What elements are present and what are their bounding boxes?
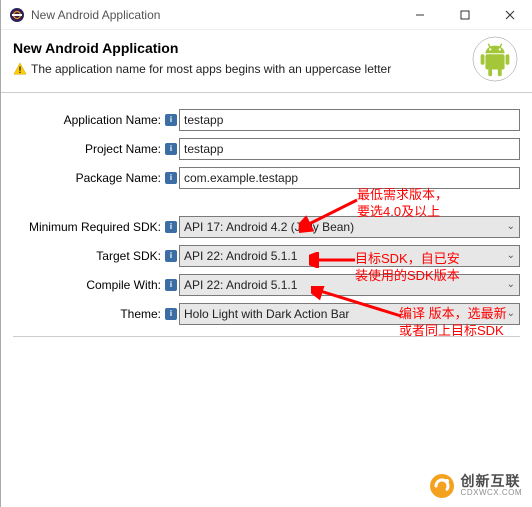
window-title: New Android Application xyxy=(31,8,397,22)
target-sdk-select[interactable]: API 22: Android 5.1.1 ⌄ xyxy=(179,245,520,267)
help-icon[interactable]: i xyxy=(165,114,177,126)
help-icon[interactable]: i xyxy=(165,250,177,262)
target-sdk-value: API 22: Android 5.1.1 xyxy=(184,249,297,263)
form-area: Application Name: i Project Name: i Pack… xyxy=(1,107,532,326)
close-icon xyxy=(505,10,515,20)
help-icon[interactable]: i xyxy=(165,143,177,155)
row-theme: Theme: i Holo Light with Dark Action Bar… xyxy=(13,301,520,326)
separator xyxy=(13,336,520,337)
watermark-en: CDXWCX.COM xyxy=(461,489,522,497)
label-compile-with: Compile With: xyxy=(13,278,163,292)
row-project-name: Project Name: i xyxy=(13,136,520,161)
page-title: New Android Application xyxy=(13,40,520,56)
application-name-input[interactable] xyxy=(179,109,520,131)
label-target-sdk: Target SDK: xyxy=(13,249,163,263)
warning-row: The application name for most apps begin… xyxy=(13,62,520,76)
chevron-down-icon: ⌄ xyxy=(507,221,515,232)
android-icon xyxy=(472,36,518,82)
maximize-button[interactable] xyxy=(442,0,487,30)
titlebar: New Android Application xyxy=(1,0,532,30)
separator xyxy=(1,92,532,93)
watermark-cn: 创新互联 xyxy=(461,474,522,489)
watermark-icon xyxy=(429,473,455,499)
help-icon[interactable]: i xyxy=(165,221,177,233)
row-app-name: Application Name: i xyxy=(13,107,520,132)
label-package-name: Package Name: xyxy=(13,171,163,185)
minimize-icon xyxy=(415,10,425,20)
warning-icon xyxy=(13,62,27,76)
label-app-name: Application Name: xyxy=(13,113,163,127)
row-min-sdk: Minimum Required SDK: i API 17: Android … xyxy=(13,214,520,239)
help-icon[interactable]: i xyxy=(165,172,177,184)
theme-value: Holo Light with Dark Action Bar xyxy=(184,307,349,321)
row-package-name: Package Name: i xyxy=(13,165,520,190)
project-name-input[interactable] xyxy=(179,138,520,160)
chevron-down-icon: ⌄ xyxy=(507,279,515,290)
compile-with-select[interactable]: API 22: Android 5.1.1 ⌄ xyxy=(179,274,520,296)
label-theme: Theme: xyxy=(13,307,163,321)
min-sdk-select[interactable]: API 17: Android 4.2 (Jelly Bean) ⌄ xyxy=(179,216,520,238)
min-sdk-value: API 17: Android 4.2 (Jelly Bean) xyxy=(184,220,354,234)
minimize-button[interactable] xyxy=(397,0,442,30)
package-name-input[interactable] xyxy=(179,167,520,189)
wizard-banner: New Android Application The application … xyxy=(1,30,532,86)
help-icon[interactable]: i xyxy=(165,279,177,291)
warning-text: The application name for most apps begin… xyxy=(31,62,391,76)
theme-select[interactable]: Holo Light with Dark Action Bar ⌄ xyxy=(179,303,520,325)
row-compile-with: Compile With: i API 22: Android 5.1.1 ⌄ xyxy=(13,272,520,297)
compile-with-value: API 22: Android 5.1.1 xyxy=(184,278,297,292)
maximize-icon xyxy=(460,10,470,20)
row-target-sdk: Target SDK: i API 22: Android 5.1.1 ⌄ xyxy=(13,243,520,268)
chevron-down-icon: ⌄ xyxy=(507,250,515,261)
window-controls xyxy=(397,0,532,29)
label-min-sdk: Minimum Required SDK: xyxy=(13,220,163,234)
label-project-name: Project Name: xyxy=(13,142,163,156)
eclipse-icon xyxy=(9,7,25,23)
watermark: 创新互联 CDXWCX.COM xyxy=(429,473,522,499)
help-icon[interactable]: i xyxy=(165,308,177,320)
chevron-down-icon: ⌄ xyxy=(507,308,515,319)
close-button[interactable] xyxy=(487,0,532,30)
